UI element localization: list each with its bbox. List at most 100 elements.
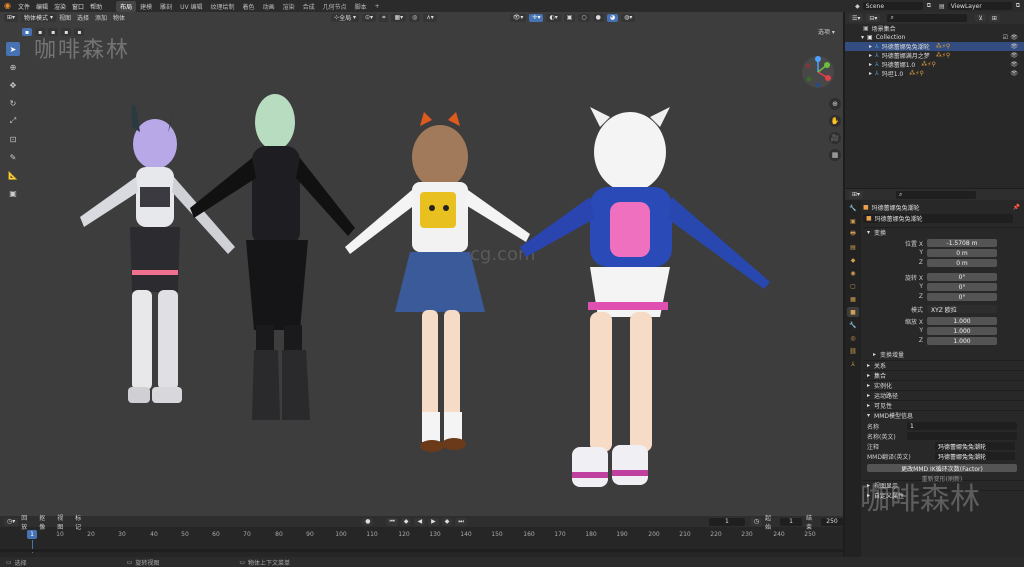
jump-start-icon[interactable]: ⏮	[386, 517, 398, 526]
properties-search-input[interactable]: ⌕	[896, 190, 977, 199]
jump-end-icon[interactable]: ⏭	[455, 517, 467, 526]
proportional-edit-button[interactable]: ◎	[409, 13, 421, 22]
mmd-comment-en-field[interactable]: 玛德蕾娜兔兔潮轮	[935, 452, 1015, 461]
blender-logo-icon[interactable]: ◉	[4, 1, 14, 11]
scale-y-field[interactable]: 1.000	[927, 327, 997, 335]
select-box-tool-icon[interactable]: ➤	[6, 42, 20, 56]
outliner-collection[interactable]: ▾ ▣ Collection ☑ 👁	[845, 33, 1024, 42]
expand-arrow-icon[interactable]: ▸	[867, 372, 870, 379]
zoom-icon[interactable]: ⊕	[829, 98, 841, 110]
data-tab-icon[interactable]: ⅄	[847, 359, 859, 369]
section-motion-paths[interactable]: ▸ 运动路径	[863, 390, 1024, 400]
new-collection-icon[interactable]: ⊞	[988, 14, 1000, 22]
menu-view[interactable]: 视图	[59, 13, 71, 22]
expand-arrow-icon[interactable]: ▾	[867, 229, 870, 236]
annotate-tool-icon[interactable]: ✎	[6, 150, 20, 164]
cursor-tool-icon[interactable]: ⊕	[6, 60, 20, 74]
workspace-tab-geometry-nodes[interactable]: 几何节点	[319, 1, 351, 12]
object-tab-icon[interactable]: ■	[847, 307, 859, 317]
measure-tool-icon[interactable]: 📐	[6, 168, 20, 182]
menu-render[interactable]: 渲染	[54, 2, 66, 11]
menu-window[interactable]: 窗口	[72, 2, 84, 11]
current-frame-field[interactable]: 1	[708, 517, 745, 526]
outliner-panel[interactable]: ☰▾ ⊟▾ ⌕ ⊻ ⊞ ▣ 场景集合 ▾ ▣ Collection ☑ 👁 ▸ …	[845, 12, 1024, 188]
expand-arrow-icon[interactable]: ▾	[867, 412, 870, 419]
workspace-tab-modeling[interactable]: 建模	[136, 1, 156, 12]
expand-arrow-icon[interactable]: ▸	[869, 61, 872, 68]
move-tool-icon[interactable]: ✥	[6, 78, 20, 92]
camera-view-icon[interactable]: 🎥	[829, 132, 841, 144]
section-visibility[interactable]: ▸ 可见性	[863, 400, 1024, 410]
pivot-point-button[interactable]: ⊙▾	[362, 13, 377, 22]
expand-arrow-icon[interactable]: ▸	[867, 402, 870, 409]
rotation-mode-dropdown[interactable]: XYZ 欧拉	[927, 305, 997, 314]
rotate-tool-icon[interactable]: ↻	[6, 96, 20, 110]
collection-visibility-eye-icon[interactable]: 👁	[1010, 34, 1018, 41]
shading-material[interactable]: ◕	[606, 13, 619, 22]
menu-file[interactable]: 文件	[18, 2, 30, 11]
section-relations[interactable]: ▸ 关系	[863, 360, 1024, 370]
character-model-2[interactable]	[180, 90, 360, 440]
mode-selector[interactable]: 物体模式 ▾	[21, 13, 56, 22]
shading-solid[interactable]: ●	[592, 13, 604, 22]
rotation-z-field[interactable]: 0°	[927, 293, 997, 301]
workspace-tab-animation[interactable]: 动画	[259, 1, 279, 12]
transform-tool-icon[interactable]: ⊡	[6, 132, 20, 146]
expand-arrow-icon[interactable]: ▸	[869, 52, 872, 59]
collection-tab-icon[interactable]: ▢	[847, 281, 859, 291]
timeline-editor[interactable]: ◷▾ 回放 抠像 视图 标记 ● ⏮ ◆ ◀ ▶ ◆ ⏭ 1 ◷ 起始 1 结束…	[0, 513, 843, 557]
playhead[interactable]: 1	[27, 530, 37, 539]
outliner-object-row[interactable]: ▸ ⅄ 玛德蕾娜1.0 ⁂⚡⚲ 👁	[845, 60, 1024, 69]
shading-rendered[interactable]: ◍▾	[621, 13, 636, 22]
mmd-name-field[interactable]: 1	[907, 422, 1017, 430]
view-layer-browse-icon[interactable]: ⧉	[1016, 2, 1020, 10]
visibility-button[interactable]: 👁▾	[509, 13, 527, 22]
start-frame-field[interactable]: 1	[780, 517, 803, 526]
modifier-tab-icon[interactable]: 🔧	[847, 320, 859, 330]
mmd-section-header[interactable]: ▾ MMD模型信息	[863, 410, 1024, 420]
delta-transform-header[interactable]: ▸ 变换增量	[863, 349, 1024, 360]
visibility-eye-icon[interactable]: 👁	[1010, 61, 1018, 68]
menu-select[interactable]: 选择	[77, 13, 89, 22]
mmd-ik-loop-button[interactable]: 更改MMD IK循环次数(Factor)	[867, 464, 1017, 473]
snap-target-button[interactable]: ▦▾	[391, 13, 407, 22]
outliner-object-row[interactable]: ▸ ⅄ 玛坦1.0 ⁂⚡⚲ 👁	[845, 69, 1024, 78]
overlay-toggle[interactable]: ◐▾	[546, 13, 561, 22]
location-y-field[interactable]: 0 m	[927, 249, 997, 257]
expand-arrow-icon[interactable]: ▸	[867, 362, 870, 369]
scale-z-field[interactable]: 1.000	[927, 337, 997, 345]
transform-orientation[interactable]: ⊹ 全局 ▾	[331, 13, 360, 22]
timeline-menu-playback[interactable]: 回放	[21, 513, 33, 531]
menu-object[interactable]: 物体	[113, 13, 125, 22]
world-tab-icon[interactable]: ◉	[847, 268, 859, 278]
shading-wireframe[interactable]: ○	[578, 13, 590, 22]
expand-arrow-icon[interactable]: ▸	[867, 382, 870, 389]
section-collections[interactable]: ▸ 集合	[863, 370, 1024, 380]
tool-tab-icon[interactable]: 🔧	[847, 203, 859, 213]
location-x-field[interactable]: -1.5708 m	[927, 239, 997, 247]
timeline-menu-keying[interactable]: 抠像	[39, 513, 51, 531]
gizmo-toggle[interactable]: ✛▾	[529, 13, 544, 22]
timeline-ruler[interactable]: 1 10 20 30 40 50 60 70 80 90 100 110 120…	[0, 529, 843, 553]
add-workspace-icon[interactable]: +	[371, 2, 384, 11]
scene-tab-icon[interactable]: ◆	[847, 255, 859, 265]
visibility-eye-icon[interactable]: 👁	[1010, 43, 1018, 50]
add-cube-tool-icon[interactable]: ▣	[6, 186, 20, 200]
menu-help[interactable]: 帮助	[90, 2, 102, 11]
outliner-object-row[interactable]: ▸ ⅄ 玛德蕾娜满月之梦 ⁂⚡⚲ 👁	[845, 51, 1024, 60]
rotation-x-field[interactable]: 0°	[927, 273, 997, 281]
timeline-scrollbar[interactable]	[0, 549, 843, 552]
next-key-icon[interactable]: ◆	[441, 517, 453, 526]
workspace-tab-shading[interactable]: 着色	[239, 1, 259, 12]
visibility-eye-icon[interactable]: 👁	[1010, 52, 1018, 59]
record-button[interactable]: ●	[362, 517, 374, 526]
timeline-menu-marker[interactable]: 标记	[75, 513, 87, 531]
scene-selector[interactable]: Scene	[862, 2, 923, 10]
character-model-4[interactable]	[520, 107, 780, 507]
character-model-3[interactable]	[340, 112, 540, 462]
proportional-falloff-button[interactable]: ∧▾	[423, 13, 437, 22]
physics-tab-icon[interactable]: ◎	[847, 333, 859, 343]
texture-tab-icon[interactable]: ▦	[847, 294, 859, 304]
menu-edit[interactable]: 编辑	[36, 2, 48, 11]
workspace-tab-texture-paint[interactable]: 纹理绘制	[207, 1, 239, 12]
